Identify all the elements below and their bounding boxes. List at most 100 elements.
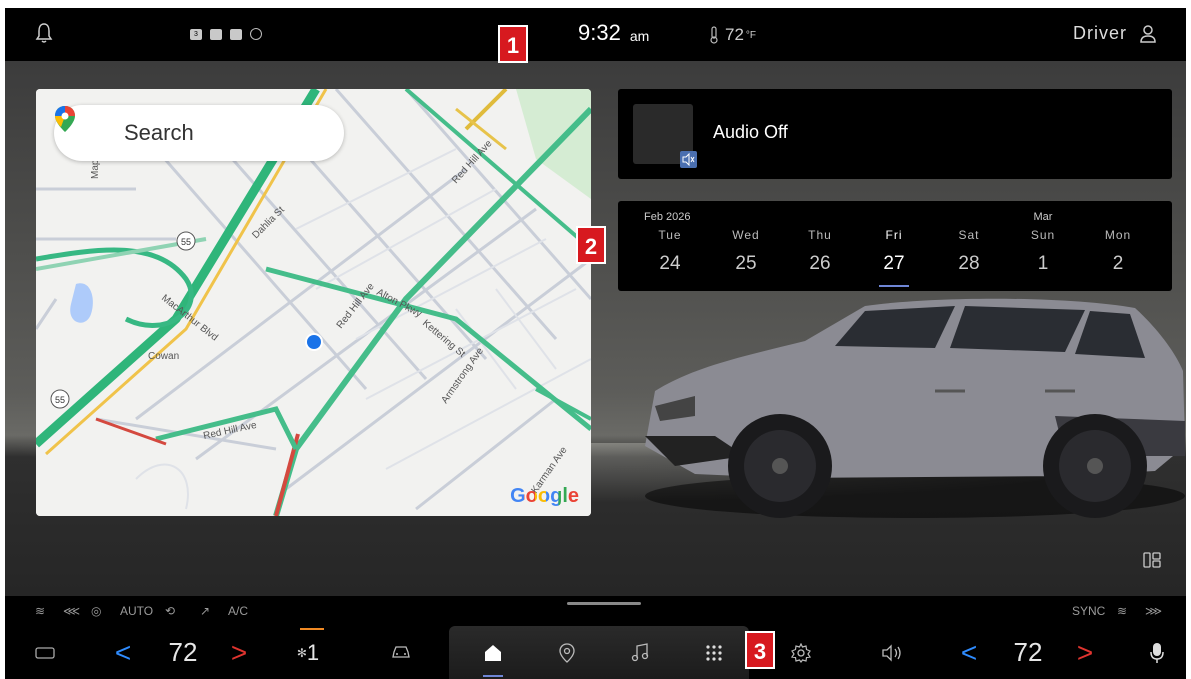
media-button[interactable]: [628, 626, 652, 679]
calendar-date: 2: [1112, 253, 1124, 274]
clock: 9:32 am: [578, 20, 649, 46]
calendar-dow: Fri: [885, 228, 903, 242]
rear-defrost-icon[interactable]: [33, 626, 57, 679]
bottom-bar: ≋ ⋘ ◎ AUTO ⟲ ↗ A/C SYNC ≋ ⋙ < 72 > ✻ 1 <…: [5, 596, 1186, 679]
clock-ampm: am: [629, 28, 650, 44]
calendar-month-label: Mar: [1033, 211, 1053, 223]
right-temp-value: 72: [1013, 637, 1043, 667]
notification-bell-icon[interactable]: [35, 22, 53, 44]
rear-wheel: [1043, 414, 1147, 518]
steering-heat-icon[interactable]: ◎: [91, 604, 101, 618]
fan-speed-indicator: [300, 628, 324, 630]
thermometer-icon: [710, 26, 718, 44]
status-indicators: 3: [190, 28, 270, 40]
microphone-icon: [1150, 642, 1164, 663]
outside-temperature: 72 °F: [709, 25, 756, 45]
map-label-cowan: Cowan: [148, 351, 179, 362]
calendar-selected-indicator: [879, 285, 909, 287]
apps-button[interactable]: [702, 626, 726, 679]
climate-controls-row: ≋ ⋘ ◎ AUTO ⟲ ↗ A/C SYNC ≋ ⋙: [5, 596, 1186, 626]
seat-vent-icon[interactable]: ⋘: [63, 604, 80, 618]
annotation-marker-2: 2: [576, 226, 606, 264]
calendar-day[interactable]: Wed 25: [716, 201, 776, 291]
seat-heat-right-icon[interactable]: ≋: [1117, 604, 1127, 618]
calendar-date: 28: [958, 253, 980, 274]
auto-climate-button[interactable]: AUTO: [120, 604, 153, 618]
left-temp-increase-button[interactable]: >: [227, 626, 251, 679]
seat-heat-left-icon[interactable]: ≋: [35, 604, 45, 618]
recirculate-icon[interactable]: ⟲: [165, 604, 175, 618]
map-widget[interactable]: 55 55 Red Hill Ave Alton Pkwy Kettering …: [36, 89, 591, 516]
outside-temp-value: 72: [725, 25, 744, 44]
calendar-day[interactable]: Sat 28: [939, 201, 999, 291]
driver-profile[interactable]: Driver: [1073, 23, 1157, 44]
right-temp-decrease-button[interactable]: <: [957, 626, 981, 679]
current-location-dot: [307, 335, 321, 349]
settings-button[interactable]: [789, 626, 813, 679]
front-wheel: [728, 414, 832, 518]
calendar-dow: Mon: [1104, 228, 1132, 242]
layout-switch-icon[interactable]: [1143, 552, 1161, 568]
fan-icon: ✻: [296, 645, 307, 660]
calendar-date: 27: [883, 253, 905, 274]
calendar-day[interactable]: Mar Sun 1: [1013, 201, 1073, 291]
voice-button[interactable]: [1145, 626, 1169, 679]
fan-speed-control[interactable]: ✻ 1: [288, 626, 328, 679]
annotation-marker-3: 3: [745, 631, 775, 669]
annotation-marker-1: 1: [498, 25, 528, 63]
calendar-date: 24: [659, 253, 681, 274]
calendar-dow: Wed: [732, 228, 760, 242]
home-icon: [485, 644, 501, 661]
airflow-icon[interactable]: ↗: [200, 604, 210, 618]
music-note-icon: [631, 642, 649, 661]
messages-icon: 3: [190, 28, 202, 40]
map-search-label: Search: [124, 120, 194, 145]
location-pin-icon: [559, 642, 575, 663]
drawer-handle[interactable]: [567, 602, 641, 605]
gear-icon: [791, 642, 811, 663]
google-maps-pin-icon: [55, 106, 75, 132]
task-check-icon: [230, 28, 242, 40]
navigation-button[interactable]: [555, 626, 579, 679]
calendar-day[interactable]: Mon 2: [1088, 201, 1148, 291]
calendar-dow: Tue: [658, 228, 682, 242]
infotainment-screen: 3 9:32 am 72 °F Driver 55 55 Red Hill Av…: [5, 8, 1186, 679]
outside-temp-unit: °F: [745, 29, 757, 41]
calendar-day[interactable]: Feb 2026 Tue 24: [640, 201, 700, 291]
home-screen: 55 55 Red Hill Ave Alton Pkwy Kettering …: [5, 61, 1186, 596]
sync-button[interactable]: SYNC: [1072, 604, 1105, 618]
calendar-date: 1: [1037, 253, 1049, 274]
calendar-date: 26: [809, 253, 831, 274]
user-icon: [1140, 24, 1156, 43]
seat-vent-right-icon[interactable]: ⋙: [1145, 604, 1162, 618]
home-active-indicator: [483, 675, 503, 677]
speaker-icon: [882, 643, 901, 662]
mute-icon: [680, 151, 697, 168]
calendar-day-selected[interactable]: Fri 27: [864, 201, 924, 291]
clock-time: 9:32: [578, 20, 621, 45]
google-logo-text: Google: [510, 485, 579, 507]
map-label-55b: 55: [55, 395, 65, 405]
vehicle-icon[interactable]: [387, 626, 415, 679]
calendar-dow: Thu: [808, 228, 832, 242]
map-search-bar[interactable]: Search: [54, 105, 344, 161]
audio-widget[interactable]: Audio Off: [618, 89, 1172, 179]
vehicle-image[interactable]: [635, 296, 1185, 536]
ac-button[interactable]: A/C: [228, 604, 248, 618]
left-temp-decrease-button[interactable]: <: [111, 626, 135, 679]
left-temp-value: 72: [168, 637, 198, 667]
calendar-month-label: Feb 2026: [644, 211, 691, 223]
home-button[interactable]: [479, 626, 507, 679]
volume-button[interactable]: [878, 626, 908, 679]
calendar-dow: Sun: [1030, 228, 1056, 242]
map-label-55a: 55: [181, 237, 191, 247]
calendar-day[interactable]: Thu 26: [790, 201, 850, 291]
dock: < 72 > ✻ 1 < 72 >: [5, 626, 1186, 679]
status-bar: 3 9:32 am 72 °F Driver: [5, 8, 1186, 61]
right-temp-increase-button[interactable]: >: [1073, 626, 1097, 679]
profile-name: Driver: [1073, 23, 1127, 43]
audio-status-label: Audio Off: [713, 122, 788, 142]
email-icon: [210, 28, 222, 40]
calendar-dow: Sat: [958, 228, 980, 242]
calendar-widget[interactable]: Feb 2026 Tue 24 Wed 25 Thu 26 Fri 27 Sat…: [618, 201, 1172, 291]
